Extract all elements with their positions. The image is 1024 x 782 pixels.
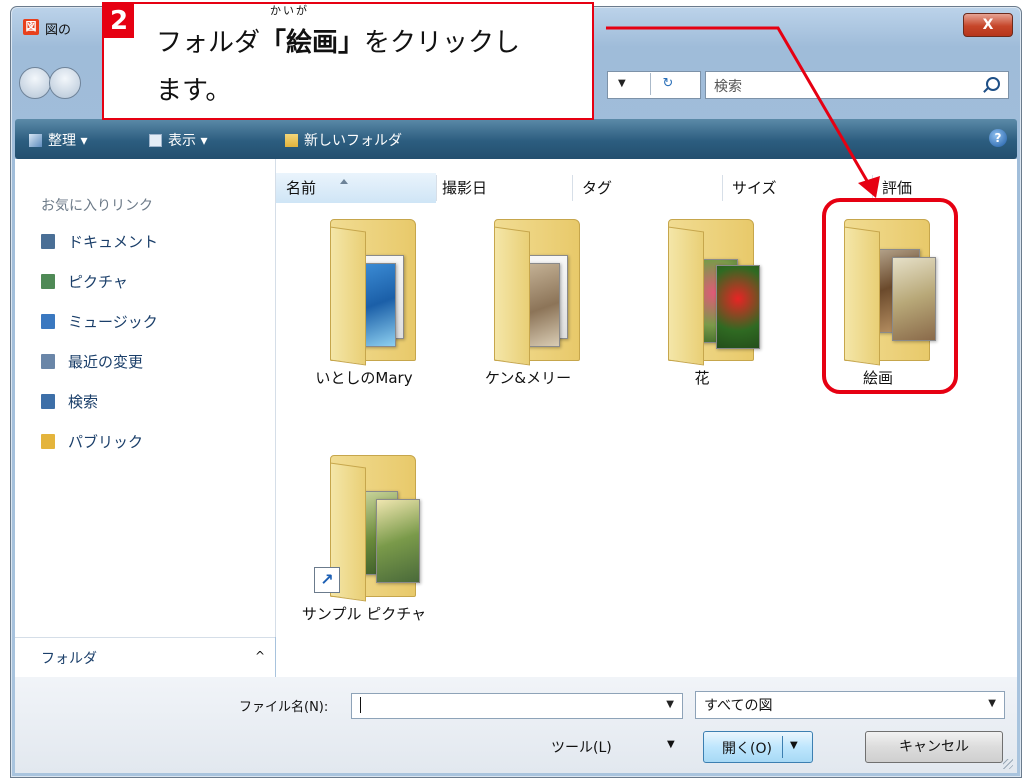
arrow-head (858, 176, 880, 198)
arrow-line (606, 26, 872, 187)
target-highlight (822, 198, 958, 394)
